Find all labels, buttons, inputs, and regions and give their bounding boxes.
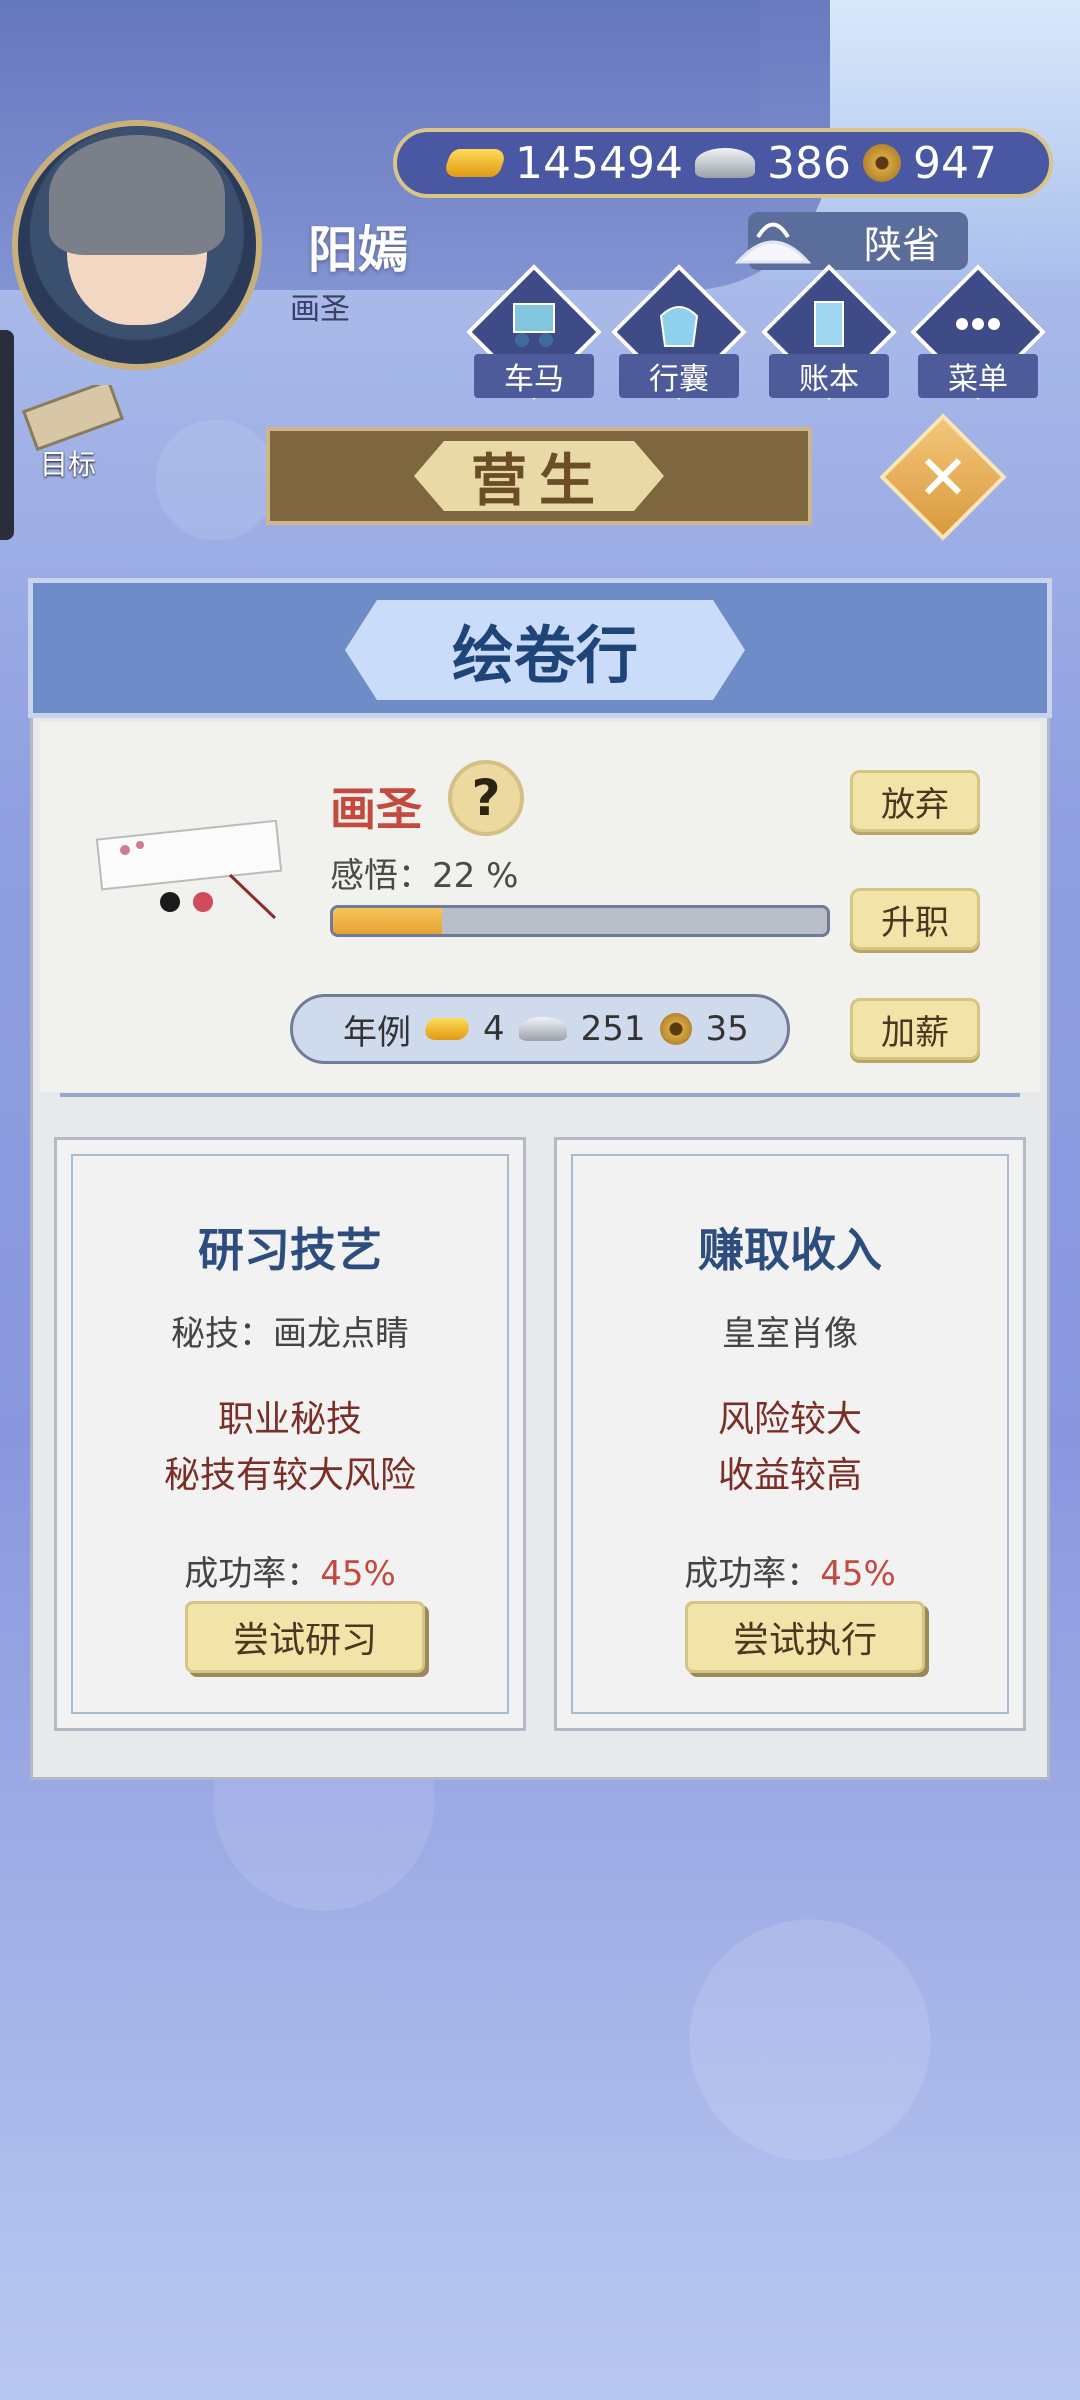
portrait-hair — [49, 135, 225, 255]
option-card-study: 研习技艺 秘技：画龙点睛 职业秘技 秘技有较大风险 成功率：45% 尝试研习 — [54, 1137, 526, 1731]
copper-coin-icon — [659, 1013, 692, 1045]
player-title: 画圣 — [290, 292, 350, 327]
help-icon[interactable]: ? — [448, 760, 524, 836]
avatar[interactable] — [12, 120, 262, 370]
gold-ingot-icon — [420, 1018, 474, 1040]
insight-progress-fill — [333, 908, 442, 934]
copper-coin-icon — [862, 144, 901, 182]
section-title: 营生 — [414, 441, 664, 511]
success-rate-label: 成功率： — [684, 1554, 821, 1594]
option-subtitle: 秘技：画龙点睛 — [171, 1314, 409, 1354]
nav-menu[interactable]: 菜单 — [910, 264, 1046, 400]
currency-bar: 145494 386 947 — [393, 128, 1053, 198]
success-rate-value: 45% — [320, 1554, 396, 1594]
insight-value: 22 % — [432, 856, 519, 896]
option-desc: 收益较高 — [717, 1455, 862, 1496]
salary-gold: 4 — [483, 1009, 505, 1049]
option-inner: 研习技艺 秘技：画龙点睛 职业秘技 秘技有较大风险 成功率：45% 尝试研习 — [71, 1154, 509, 1714]
option-card-earn: 赚取收入 皇室肖像 风险较大 收益较高 成功率：45% 尝试执行 — [554, 1137, 1026, 1731]
promote-button[interactable]: 升职 — [850, 888, 980, 950]
quit-button[interactable]: 放弃 — [850, 770, 980, 832]
divider — [60, 1093, 1020, 1097]
gold-ingot-icon — [441, 149, 509, 177]
salary-pill: 年例 4 251 35 — [290, 994, 790, 1064]
target-button[interactable]: 目标 — [18, 378, 128, 485]
region-label: 陕省 — [863, 222, 940, 267]
success-rate: 成功率：45% — [73, 1546, 507, 1595]
success-rate: 成功率：45% — [573, 1546, 1007, 1595]
close-icon: ✕ — [917, 440, 969, 514]
salary-label: 年例 — [343, 1012, 411, 1053]
ledger-icon — [814, 301, 844, 347]
nav-label: 车马 — [474, 354, 594, 398]
job-name: 画圣 — [330, 782, 422, 836]
try-study-button[interactable]: 尝试研习 — [185, 1601, 425, 1673]
option-subtitle: 皇室肖像 — [722, 1314, 858, 1354]
option-desc: 秘技有较大风险 — [163, 1455, 416, 1496]
target-label: 目标 — [40, 448, 97, 481]
try-execute-button[interactable]: 尝试执行 — [685, 1601, 925, 1673]
silver-amount: 386 — [766, 137, 851, 189]
nav-ledger[interactable]: 账本 — [761, 264, 897, 400]
nav-label: 账本 — [769, 354, 889, 398]
option-desc: 风险较大 — [717, 1399, 862, 1440]
section-banner: 营生 — [266, 427, 812, 525]
insight-label: 感悟： — [330, 856, 432, 896]
region-badge[interactable]: 陕省 — [734, 212, 968, 270]
side-drawer-handle[interactable] — [0, 330, 14, 540]
option-title: 研习技艺 — [198, 1223, 382, 1277]
shop-title: 绘卷行 — [345, 600, 745, 700]
player-name: 阳嫣 — [308, 221, 408, 279]
option-title: 赚取收入 — [698, 1223, 882, 1277]
success-rate-value: 45% — [820, 1554, 896, 1594]
carriage-icon — [513, 303, 555, 347]
silver-ingot-icon — [518, 1017, 567, 1041]
insight-progress-bar — [330, 905, 830, 937]
option-inner: 赚取收入 皇室肖像 风险较大 收益较高 成功率：45% 尝试执行 — [571, 1154, 1009, 1714]
raise-salary-button[interactable]: 加薪 — [850, 998, 980, 1060]
copper-amount: 947 — [912, 137, 997, 189]
painting-scroll-icon — [95, 820, 283, 920]
nav-label: 菜单 — [918, 354, 1038, 398]
salary-silver: 251 — [580, 1009, 646, 1049]
insight-row: 感悟：22 % — [330, 848, 518, 897]
silver-ingot-icon — [694, 148, 755, 178]
region-icon — [734, 222, 812, 264]
nav-carriage[interactable]: 车马 — [466, 264, 602, 400]
success-rate-label: 成功率： — [184, 1554, 321, 1594]
nav-bag[interactable]: 行囊 — [611, 264, 747, 400]
gold-amount: 145494 — [515, 137, 683, 189]
salary-copper: 35 — [705, 1009, 749, 1049]
menu-icon — [956, 318, 1000, 330]
bag-icon — [659, 306, 699, 347]
portrait-face — [49, 135, 225, 325]
option-desc: 职业秘技 — [217, 1399, 362, 1440]
nav-label: 行囊 — [619, 354, 739, 398]
